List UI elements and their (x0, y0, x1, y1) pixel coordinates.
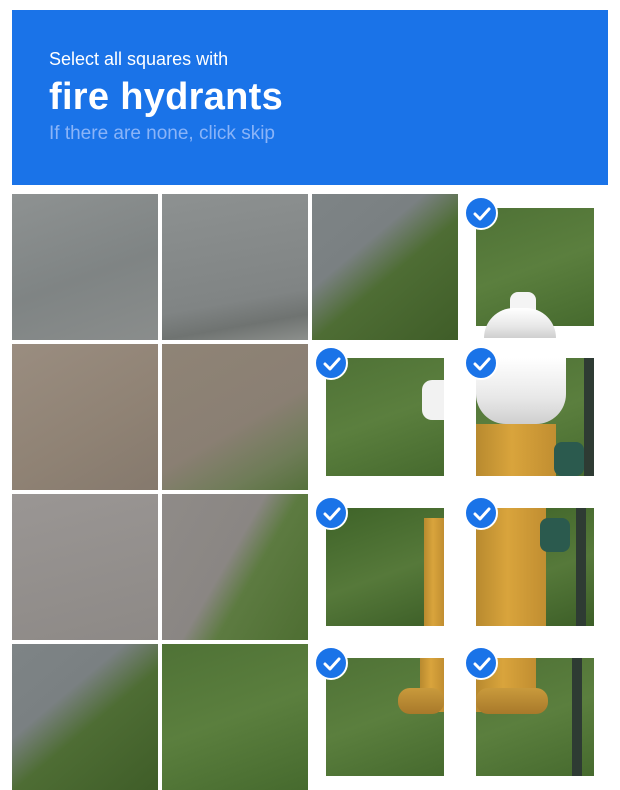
grid-tile-r2-c2[interactable] (162, 344, 308, 490)
tile-image (326, 508, 444, 626)
tile-image (162, 644, 308, 790)
grid-tile-r1-c2[interactable] (162, 194, 308, 340)
tile-image (162, 344, 308, 490)
grid-tile-r1-c1[interactable] (12, 194, 158, 340)
grid-tile-r2-c1[interactable] (12, 344, 158, 490)
instruction-text: Select all squares with (49, 49, 229, 69)
selected-checkmark (314, 346, 348, 380)
tile-image (12, 194, 158, 340)
tile-image (162, 494, 308, 640)
grid-tile-r4-c4[interactable] (462, 644, 608, 790)
grid-tile-r3-c4[interactable] (462, 494, 608, 640)
checkmark-icon (473, 207, 491, 221)
checkmark-icon (473, 357, 491, 371)
sign-pole (576, 508, 586, 626)
tile-image (12, 494, 158, 640)
grid-tile-r4-c2[interactable] (162, 644, 308, 790)
grid-tile-r1-c3[interactable] (312, 194, 458, 340)
tile-image (312, 194, 458, 340)
grid-tile-r3-c2[interactable] (162, 494, 308, 640)
hydrant-nozzle (554, 442, 584, 476)
hydrant-nozzle (540, 518, 570, 552)
checkmark-icon (323, 357, 341, 371)
grid-tile-r3-c1[interactable] (12, 494, 158, 640)
selected-checkmark (464, 196, 498, 230)
hydrant-body (476, 424, 556, 476)
checkmark-icon (473, 507, 491, 521)
grid-tile-r1-c4[interactable] (462, 194, 608, 340)
tile-image (476, 508, 594, 626)
hydrant-cap (484, 308, 556, 338)
checkmark-icon (473, 657, 491, 671)
hint-text: If there are none, click skip (49, 123, 275, 144)
selected-checkmark (464, 496, 498, 530)
tile-image (326, 658, 444, 776)
grid-tile-r3-c3[interactable] (312, 494, 458, 640)
tile-image (476, 358, 594, 476)
tile-image (476, 658, 594, 776)
sign-pole (572, 658, 582, 776)
selected-checkmark (464, 646, 498, 680)
tile-image (476, 208, 594, 338)
hydrant-base (476, 688, 548, 714)
grid-tile-r4-c1[interactable] (12, 644, 158, 790)
grid-tile-r2-c4[interactable] (462, 344, 608, 490)
selected-checkmark (314, 646, 348, 680)
tile-image (326, 358, 444, 476)
tile-image (12, 344, 158, 490)
hydrant-cap-edge (422, 380, 444, 420)
image-grid (12, 194, 608, 790)
checkmark-icon (323, 507, 341, 521)
tile-image (12, 644, 158, 790)
grid-tile-r4-c3[interactable] (312, 644, 458, 790)
hydrant-body-edge (424, 518, 444, 626)
sign-pole (584, 358, 594, 476)
selected-checkmark (464, 346, 498, 380)
hydrant-base (398, 688, 444, 714)
checkmark-icon (323, 657, 341, 671)
challenge-header: Select all squares with fire hydrants If… (12, 10, 608, 185)
target-object-text: fire hydrants (49, 76, 284, 118)
tile-image (162, 194, 308, 340)
selected-checkmark (314, 496, 348, 530)
grid-tile-r2-c3[interactable] (312, 344, 458, 490)
